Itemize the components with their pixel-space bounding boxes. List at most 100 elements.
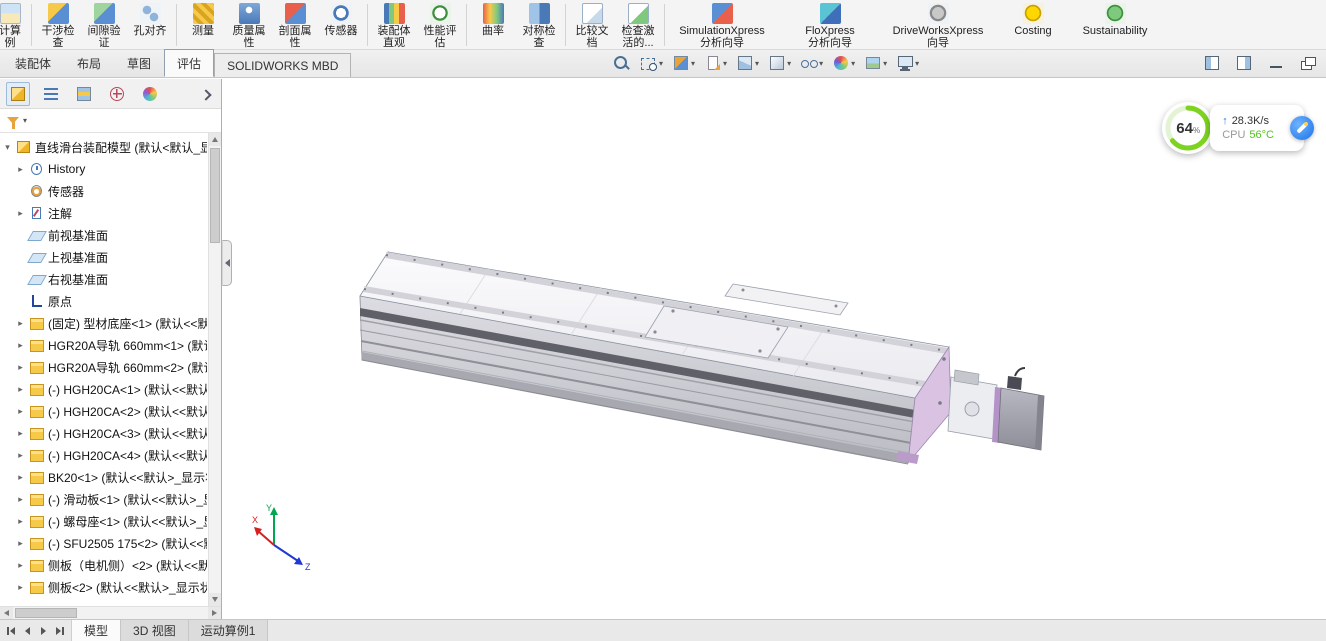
tab-assembly[interactable]: 装配体 <box>2 49 64 77</box>
sheet-nav-first[interactable] <box>4 623 19 638</box>
tree-item[interactable]: ▸ (-) HGH20CA<1> (默认<<默认 <box>0 378 207 400</box>
viewport-canvas[interactable]: Y X Z <box>222 79 1326 619</box>
doc-minimize-button[interactable] <box>1266 55 1286 71</box>
headsup-view-orientation-button[interactable]: ▾ <box>734 53 761 73</box>
tree-item[interactable]: ▸ BK20<1> (默认<<默认>_显示状 <box>0 466 207 488</box>
scroll-down-arrow-icon[interactable] <box>209 593 221 606</box>
tree-item[interactable]: 上视基准面 <box>0 246 207 268</box>
net-cpu-bubble[interactable]: ↑ 28.3K/s CPU 56°C <box>1210 105 1304 151</box>
headsup-edit-appearance-button[interactable]: ▾ <box>830 53 857 73</box>
headsup-display-style-button[interactable]: ▾ <box>766 53 793 73</box>
ribbon-section-properties[interactable]: 剖面属 性 <box>272 2 318 50</box>
tree-expand-caret-icon[interactable]: ▾ <box>3 142 12 153</box>
tree-item[interactable]: ▸ (固定) 型材底座<1> (默认<<默 <box>0 312 207 334</box>
ribbon-design-study[interactable]: 计算 例 ▼ <box>0 2 28 50</box>
headsup-zoom-area-button[interactable]: ▾ <box>638 53 665 73</box>
ribbon-mass-properties[interactable]: 质量属 性 <box>226 2 272 50</box>
ribbon-assembly-visualization[interactable]: 装配体 直观 <box>371 2 417 50</box>
tree-expand-caret-icon[interactable]: ▸ <box>16 318 25 329</box>
scroll-up-arrow-icon[interactable] <box>209 133 221 146</box>
tree-item[interactable]: ▸ HGR20A导轨 660mm<2> (默认 <box>0 356 207 378</box>
tree-vertical-scrollbar[interactable] <box>208 133 221 606</box>
bottom-tab-motion-study-1[interactable]: 运动算例1 <box>189 620 269 641</box>
tree-item[interactable]: 原点 <box>0 290 207 312</box>
bottom-tab-model[interactable]: 模型 <box>72 620 121 641</box>
tree-expand-caret-icon[interactable]: ▸ <box>16 472 25 483</box>
tree-expand-caret-icon[interactable]: ▸ <box>16 428 25 439</box>
headsup-apply-scene-button[interactable]: ▾ <box>862 53 889 73</box>
tree-item[interactable]: ▸ (-) 螺母座<1> (默认<<默认>_显 <box>0 510 207 532</box>
3d-model-linear-stage[interactable] <box>222 79 1326 619</box>
boost-rocket-icon[interactable] <box>1290 116 1314 140</box>
scrollbar-thumb[interactable] <box>210 148 220 243</box>
tree-item[interactable]: ▸ (-) SFU2505 175<2> (默认<<默 <box>0 532 207 554</box>
panel-collapse-handle[interactable] <box>222 240 232 286</box>
sheet-nav-last[interactable] <box>52 623 67 638</box>
ribbon-check-active-document[interactable]: 检查激 活的... <box>615 2 661 50</box>
ribbon-hole-alignment[interactable]: 孔对齐 <box>127 2 173 38</box>
tree-expand-caret-icon[interactable]: ▸ <box>16 494 25 505</box>
tab-layout[interactable]: 布局 <box>64 49 114 77</box>
tree-expand-caret-icon[interactable]: ▸ <box>16 340 25 351</box>
tree-item[interactable]: ▾ 直线滑台装配模型 (默认<默认_显示 <box>0 136 207 158</box>
tree-item[interactable]: ▸ 注解 <box>0 202 207 224</box>
ribbon-sustainability[interactable]: Sustainability <box>1074 2 1156 38</box>
tree-item[interactable]: ▸ History <box>0 158 207 180</box>
tree-expand-caret-icon[interactable]: ▸ <box>16 208 25 219</box>
ribbon-symmetry-check[interactable]: 对称检 查 <box>516 2 562 50</box>
ribbon-curvature[interactable]: 曲率 <box>470 2 516 38</box>
scroll-left-arrow-icon[interactable] <box>0 607 13 619</box>
bottom-tab-3d-views[interactable]: 3D 视图 <box>121 620 189 641</box>
tree-item[interactable]: ▸ (-) HGH20CA<3> (默认<<默认 <box>0 422 207 444</box>
tree-expand-caret-icon[interactable]: ▸ <box>16 384 25 395</box>
ribbon-clearance-verify[interactable]: 间隙验 证 <box>81 2 127 50</box>
tab-sketch[interactable]: 草图 <box>114 49 164 77</box>
tree-item[interactable]: 右视基准面 <box>0 268 207 290</box>
pane-collapse-left-button[interactable] <box>1202 55 1222 71</box>
tree-item[interactable]: ▸ (-) 滑动板<1> (默认<<默认>_显 <box>0 488 207 510</box>
panel-tab-configurationmanager[interactable] <box>72 82 96 106</box>
filter-caret-icon[interactable]: ▾ <box>23 116 27 125</box>
tree-expand-caret-icon[interactable]: ▸ <box>16 406 25 417</box>
tree-expand-caret-icon[interactable]: ▸ <box>16 164 25 175</box>
panel-tab-displaymanager[interactable] <box>138 82 162 106</box>
panel-tab-dimxpertmanager[interactable] <box>105 82 129 106</box>
filter-funnel-icon[interactable] <box>7 117 19 124</box>
panel-expand-chevron-icon[interactable] <box>199 83 215 105</box>
headsup-section-view-button[interactable]: ▾ <box>670 53 697 73</box>
sheet-nav-next[interactable] <box>36 623 51 638</box>
tree-expand-caret-icon[interactable]: ▸ <box>16 362 25 373</box>
headsup-annotation-views-button[interactable]: ▾ <box>702 53 729 73</box>
tree-item[interactable]: ▸ 侧板<2> (默认<<默认>_显示状 <box>0 576 207 598</box>
tree-item[interactable]: ▸ HGR20A导轨 660mm<1> (默认 <box>0 334 207 356</box>
scroll-right-arrow-icon[interactable] <box>208 607 221 619</box>
headsup-zoom-fit-button[interactable] <box>610 53 633 73</box>
tree-horizontal-scrollbar[interactable] <box>0 606 221 619</box>
tab-evaluate[interactable]: 评估 <box>164 49 214 77</box>
ribbon-compare-documents[interactable]: 比较文 档 <box>569 2 615 50</box>
panel-tab-propertymanager[interactable] <box>39 82 63 106</box>
tree-item[interactable]: 传感器 <box>0 180 207 202</box>
scrollbar-thumb[interactable] <box>15 608 77 618</box>
tree-expand-caret-icon[interactable]: ▸ <box>16 560 25 571</box>
ribbon-performance-evaluation[interactable]: 性能评 估 <box>417 2 463 50</box>
headsup-view-settings-button[interactable]: ▾ <box>894 53 921 73</box>
tree-item[interactable]: ▸ 侧板（电机侧）<2> (默认<<默 <box>0 554 207 576</box>
ribbon-costing[interactable]: Costing <box>992 2 1074 38</box>
tree-expand-caret-icon[interactable]: ▸ <box>16 450 25 461</box>
sheet-nav-prev[interactable] <box>20 623 35 638</box>
ribbon-measure[interactable]: 测量 <box>180 2 226 38</box>
tab-solidworks-mbd[interactable]: SOLIDWORKS MBD <box>214 53 351 77</box>
ribbon-driveworksxpress[interactable]: DriveWorksXpress 向导 <box>884 2 992 50</box>
ribbon-sensor[interactable]: 传感器 <box>318 2 364 38</box>
pane-collapse-right-button[interactable] <box>1234 55 1254 71</box>
doc-restore-button[interactable] <box>1298 55 1318 71</box>
tree-expand-caret-icon[interactable]: ▸ <box>16 538 25 549</box>
ribbon-interference-check[interactable]: 干涉检 查 <box>35 2 81 50</box>
ribbon-simulationxpress[interactable]: SimulationXpress 分析向导 <box>668 2 776 50</box>
tree-item[interactable]: ▸ (-) HGH20CA<2> (默认<<默认 <box>0 400 207 422</box>
tree-item[interactable]: 前视基准面 <box>0 224 207 246</box>
tree-expand-caret-icon[interactable]: ▸ <box>16 582 25 593</box>
ribbon-floxpress[interactable]: FloXpress 分析向导 <box>776 2 884 50</box>
tree-expand-caret-icon[interactable]: ▸ <box>16 516 25 527</box>
